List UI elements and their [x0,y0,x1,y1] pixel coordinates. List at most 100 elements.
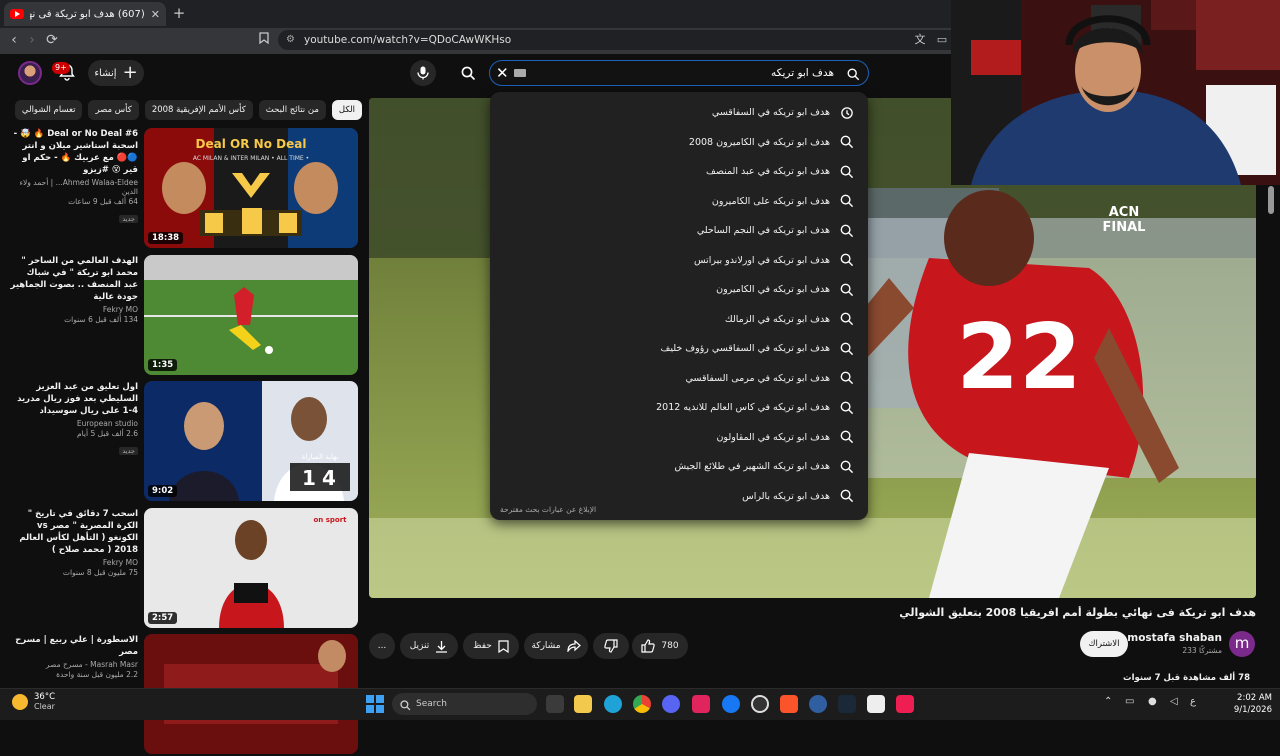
suggestion-text: هدف ابو تريكه في الكاميرون 2008 [688,136,830,148]
save-button[interactable]: حفظ [463,633,519,659]
forward-icon[interactable]: › [22,30,42,50]
video-meta: 64 ألف قبل 9 ساعات [68,197,138,206]
reload-icon[interactable]: ⟳ [42,30,62,50]
obs-icon[interactable] [751,695,769,713]
page-scrollbar[interactable] [1268,186,1274,214]
avatar[interactable] [18,61,42,85]
clear-search-icon[interactable]: ✕ [496,64,509,82]
video-info: الهدف العالمي من الساحر " محمد ابو تريكة… [10,255,138,324]
app-icon[interactable] [692,695,710,713]
weather-widget[interactable]: 36°C Clear [12,692,55,711]
file-explorer-icon[interactable] [574,695,592,713]
suggestion-item[interactable]: هدف ابو تريكه الشهير في طلائع الجيش [490,452,868,482]
search-icon [840,342,854,355]
discord-icon[interactable] [662,695,680,713]
like-count: 780 [661,641,679,651]
video-title-text: اسحب 7 دقائق في تاريخ " الكرة المصرية " … [19,508,138,555]
suggestion-item[interactable]: هدف ابو تريكه في الكاميرون 2008 [490,128,868,158]
ea-icon[interactable] [809,695,827,713]
report-suggestions-link[interactable]: الإبلاغ عن عبارات بحث مقترحة [500,505,596,514]
suggestion-item[interactable]: هدف ابو تريكه في النجم الساحلي [490,216,868,246]
clock-date: 9/1/2026 [1233,705,1272,715]
site-info-icon[interactable]: ⚙ [286,30,295,50]
cast-icon[interactable]: ▭ [932,30,952,50]
related-video-card[interactable]: Deal OR No Deal AC MILAN & INTER MILAN • … [10,128,360,250]
task-view-icon[interactable] [546,695,564,713]
thumbs-down-icon [604,639,618,653]
language-indicator[interactable]: ع [1190,696,1196,707]
youtube-favicon-icon [10,9,24,19]
related-video-card[interactable]: on sport 2:57 اسحب 7 دقائق في تاريخ " الكر… [10,507,360,630]
search-input[interactable] [534,64,834,82]
tiktok-icon[interactable] [896,695,914,713]
edge-icon[interactable] [604,695,622,713]
suggestion-item[interactable]: هدف ابو تريكه في اورلاندو بيراتس [490,246,868,276]
tray-chevron-icon[interactable]: ⌃ [1104,696,1112,707]
capcut-icon[interactable] [867,695,885,713]
video-thumbnail[interactable]: on sport 2:57 [144,507,358,628]
suggestion-item[interactable]: هدف ابو تريكه على الكاميرون [490,187,868,217]
voice-search-button[interactable] [410,60,436,86]
shirt-number: 22 [956,305,1081,410]
filter-chip[interactable]: كأس مصر [88,100,139,120]
bookmark-save-icon [498,639,509,653]
search-box[interactable]: ✕ [489,60,869,86]
video-title-text: Deal or No Deal #6 🔥 🤯 - اسحبة استاشير م… [13,129,138,175]
filter-chip[interactable]: من نتائج البحث [258,100,326,120]
video-duration: 9:02 [148,485,178,497]
facebook-icon[interactable] [722,695,740,713]
volume-icon[interactable]: ◁ [1170,696,1178,707]
new-badge: جديد [119,447,138,455]
suggestion-item[interactable]: هدف ابو تريكه في المقاولون [490,423,868,453]
like-button[interactable]: 780 [632,633,688,659]
filter-chip[interactable]: كأس الأمم الإفريقية 2008 [144,100,253,120]
plus-icon: + [122,62,138,83]
subscribe-button[interactable]: الاشتراك [1080,631,1128,657]
back-icon[interactable]: ‹ [4,30,24,50]
suggestion-item[interactable]: هدف ابو تريكه في عبد المنصف [490,157,868,187]
taskbar-search[interactable]: Search [392,693,537,715]
share-button[interactable]: مشاركة [524,633,588,659]
chrome-icon[interactable] [633,695,651,713]
suggestion-item[interactable]: هدف ابو تريكه في السفاقسي رؤوف خليف [490,334,868,364]
search-button[interactable] [455,60,481,86]
suggestion-item[interactable]: هدف ابو تريكه في الزمالك [490,305,868,335]
search-icon [840,430,854,444]
acn-line2: FINAL [1103,220,1146,235]
suggestion-item[interactable]: هدف ابو تريكه في كاس العالم للانديه 2012 [490,393,868,423]
mic-tray-icon[interactable]: ● [1148,696,1157,707]
video-thumbnail[interactable]: نهاية المباراة 1 4 9:02 [144,381,358,501]
url-field[interactable]: ⚙ youtube.com/watch?v=QDoCAwWKHso [278,30,978,50]
create-button[interactable]: إنشاء + [88,60,144,86]
video-thumbnail[interactable]: 1:35 [144,254,358,375]
suggestion-item[interactable]: هدف ابو تريكه في الكاميرون [490,275,868,305]
bookmark-icon[interactable] [254,30,274,50]
browser-tab[interactable]: (607) هدف ابو تريكة فى نهائي بط... ✕ [4,2,166,26]
video-thumbnail[interactable]: Deal OR No Deal AC MILAN & INTER MILAN • … [144,128,358,248]
filter-chip[interactable]: الكل [331,100,362,120]
thumb-score-away: 4 [322,466,336,490]
keyboard-icon[interactable] [514,69,526,77]
start-button[interactable] [366,695,384,713]
suggestion-item[interactable]: هدف ابو تريكه في مرمى السفاقسي [490,364,868,394]
network-icon[interactable]: ▭ [1125,696,1134,707]
translate-icon[interactable]: 文 [910,30,930,50]
brave-icon[interactable] [780,695,798,713]
channel-avatar[interactable]: m [1229,631,1255,657]
suggestion-text: هدف ابو تريكه بالراس [742,490,830,502]
new-tab-button[interactable]: + [170,4,188,22]
related-video-card[interactable]: 1:35 الهدف العالمي من الساحر " محمد ابو ت… [10,254,360,377]
taskbar-clock[interactable]: 2:02 AM 9/1/2026 [1200,692,1272,716]
related-video-card[interactable]: نهاية المباراة 1 4 9:02 اول تعليق من عبد الع… [10,381,360,503]
webcam-overlay [951,0,1280,185]
steam-icon[interactable] [838,695,856,713]
share-label: مشاركة [531,641,561,651]
more-actions-button[interactable]: ... [369,633,395,659]
dislike-button[interactable] [593,633,629,659]
video-channel: Fekry MO [102,304,138,314]
download-button[interactable]: تنزيل [400,633,458,659]
download-icon [436,640,448,653]
suggestion-item[interactable]: هدف ابو تريكه في السفاقسي [490,98,868,128]
tab-close-icon[interactable]: ✕ [151,8,160,21]
filter-chip[interactable]: تعسام الشوالي [14,100,83,120]
